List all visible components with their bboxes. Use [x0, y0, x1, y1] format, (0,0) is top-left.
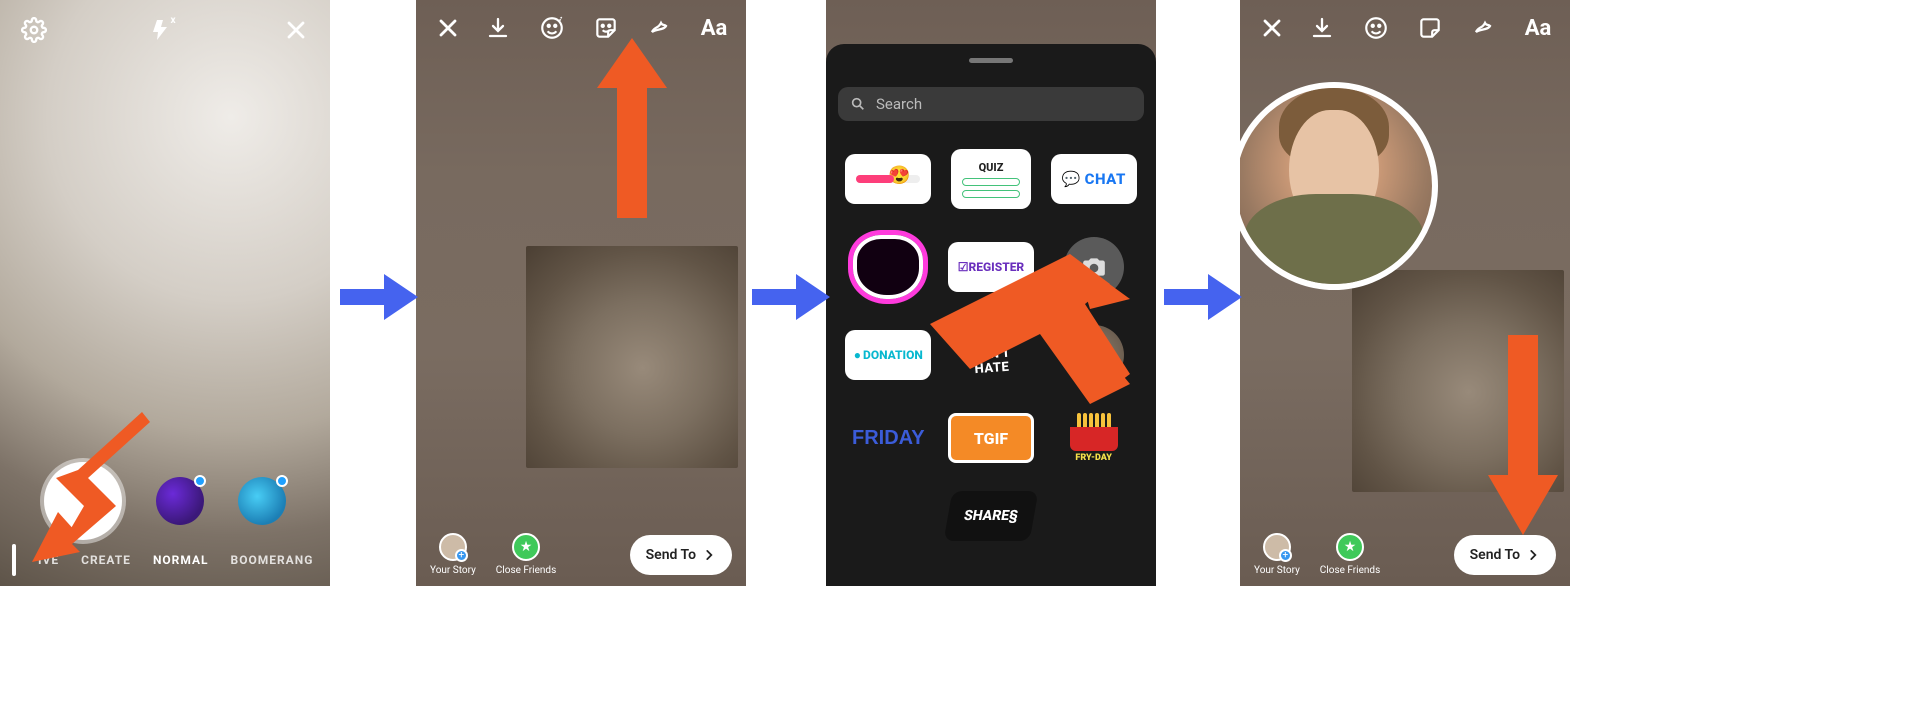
- send-to-label: Send To: [646, 547, 696, 563]
- story-photo-cat[interactable]: [526, 246, 738, 468]
- chevron-right-icon: [1526, 548, 1540, 562]
- sticker-camera-selfie[interactable]: [1064, 237, 1124, 297]
- screen-camera: x IVE CREATE NORMAL BOOMERANG: [0, 0, 330, 586]
- close-friends-label: Close Friends: [1320, 565, 1380, 576]
- selfie-sticker[interactable]: [1240, 82, 1438, 290]
- send-to-button[interactable]: Send To: [630, 535, 732, 575]
- send-to-label: Send To: [1470, 547, 1520, 563]
- sticker-grid: 😍 QUIZ 💬CHAT ☑REGISTER ●DONATION: [838, 139, 1144, 541]
- sticker-donation[interactable]: ●DONATION: [845, 330, 931, 380]
- download-icon[interactable]: [482, 12, 514, 44]
- close-icon[interactable]: [1256, 12, 1288, 44]
- mode-normal[interactable]: NORMAL: [153, 553, 209, 567]
- search-icon: [850, 96, 866, 112]
- text-tool-icon[interactable]: Aa: [698, 12, 730, 44]
- editor-tools: Aa: [1306, 12, 1554, 44]
- your-story-label: Your Story: [430, 565, 476, 576]
- sticker-quiz[interactable]: QUIZ: [951, 149, 1031, 209]
- face-filter-icon[interactable]: [536, 12, 568, 44]
- download-icon[interactable]: [1306, 12, 1338, 44]
- editor-topbar: Aa: [1240, 12, 1570, 44]
- mode-boomerang[interactable]: BOOMERANG: [231, 553, 314, 567]
- draw-icon[interactable]: [1468, 12, 1500, 44]
- editor-bottombar: + Your Story ★ Close Friends Send To: [416, 533, 746, 576]
- text-tool-icon[interactable]: Aa: [1522, 12, 1554, 44]
- sticker-shares[interactable]: SHARE§: [944, 491, 1039, 541]
- close-friends-button[interactable]: ★ Close Friends: [1320, 533, 1380, 576]
- tutorial-canvas: x IVE CREATE NORMAL BOOMERANG: [0, 0, 1920, 719]
- screen-editor-1: Aa + Your Story ★ Close Friends Send To: [416, 0, 746, 586]
- sticker-friday[interactable]: FRIDAY: [845, 413, 931, 463]
- shutter-button[interactable]: [44, 462, 122, 540]
- sticker-icon[interactable]: [1414, 12, 1446, 44]
- face-filter-icon[interactable]: [1360, 12, 1392, 44]
- editor-tools: Aa: [482, 12, 730, 44]
- sticker-emoji-slider[interactable]: 😍: [845, 154, 931, 204]
- filter-effect-2[interactable]: [238, 477, 286, 525]
- star-icon: ★: [1336, 533, 1364, 561]
- camera-bottombar: IVE CREATE NORMAL BOOMERANG: [0, 466, 330, 586]
- drag-handle[interactable]: [969, 58, 1013, 63]
- avatar-icon: +: [1263, 533, 1291, 561]
- sticker-register[interactable]: ☑REGISTER: [948, 242, 1034, 292]
- close-friends-button[interactable]: ★ Close Friends: [496, 533, 556, 576]
- sticker-mouth-gif[interactable]: [845, 242, 931, 292]
- your-story-button[interactable]: + Your Story: [430, 533, 476, 576]
- filter-effect-1[interactable]: [156, 477, 204, 525]
- sticker-photo-from-gallery[interactable]: [1064, 325, 1124, 385]
- close-icon[interactable]: [432, 12, 464, 44]
- screen-sticker-picker: Search 😍 QUIZ 💬CHAT ☑REGISTER: [826, 0, 1156, 586]
- screen-editor-2: Aa + Your Story ★ Close Friends Send To: [1240, 0, 1570, 586]
- editor-bottombar: + Your Story ★ Close Friends Send To: [1240, 533, 1570, 576]
- quiz-label: QUIZ: [979, 161, 1004, 174]
- chevron-right-icon: [702, 548, 716, 562]
- close-friends-label: Close Friends: [496, 565, 556, 576]
- flash-icon[interactable]: x: [149, 14, 181, 46]
- chat-label: CHAT: [1085, 170, 1126, 188]
- mode-create[interactable]: CREATE: [81, 553, 131, 567]
- story-photo-cat[interactable]: [1352, 270, 1564, 492]
- avatar-icon: +: [439, 533, 467, 561]
- sticker-icon[interactable]: [590, 12, 622, 44]
- sticker-create-dont-hate[interactable]: CREATE DON'T HATE: [946, 327, 1035, 383]
- close-icon[interactable]: [280, 14, 312, 46]
- filter-row: [0, 462, 330, 540]
- your-story-label: Your Story: [1254, 565, 1300, 576]
- gallery-thumb[interactable]: [12, 544, 16, 576]
- send-to-button[interactable]: Send To: [1454, 535, 1556, 575]
- annotation-arrow-step1: [340, 272, 418, 322]
- search-placeholder: Search: [876, 95, 922, 113]
- camera-icon: [1081, 254, 1107, 280]
- draw-icon[interactable]: [644, 12, 676, 44]
- image-icon: [1083, 344, 1105, 366]
- mode-live[interactable]: IVE: [38, 553, 59, 567]
- sticker-tgif[interactable]: TGIF: [948, 413, 1034, 463]
- sticker-drawer[interactable]: Search 😍 QUIZ 💬CHAT ☑REGISTER: [826, 44, 1156, 586]
- fryday-label: FRY-DAY: [1075, 453, 1111, 463]
- annotation-arrow-step3: [1164, 272, 1242, 322]
- camera-modes[interactable]: IVE CREATE NORMAL BOOMERANG: [0, 542, 330, 578]
- donation-label: DONATION: [863, 348, 923, 362]
- settings-icon[interactable]: [18, 14, 50, 46]
- star-icon: ★: [512, 533, 540, 561]
- annotation-arrow-step2: [752, 272, 830, 322]
- sticker-search[interactable]: Search: [838, 87, 1144, 121]
- sticker-fryday[interactable]: FRY-DAY: [1051, 413, 1137, 463]
- sticker-chat[interactable]: 💬CHAT: [1051, 154, 1137, 204]
- your-story-button[interactable]: + Your Story: [1254, 533, 1300, 576]
- camera-topbar: x: [0, 14, 330, 46]
- editor-topbar: Aa: [416, 12, 746, 44]
